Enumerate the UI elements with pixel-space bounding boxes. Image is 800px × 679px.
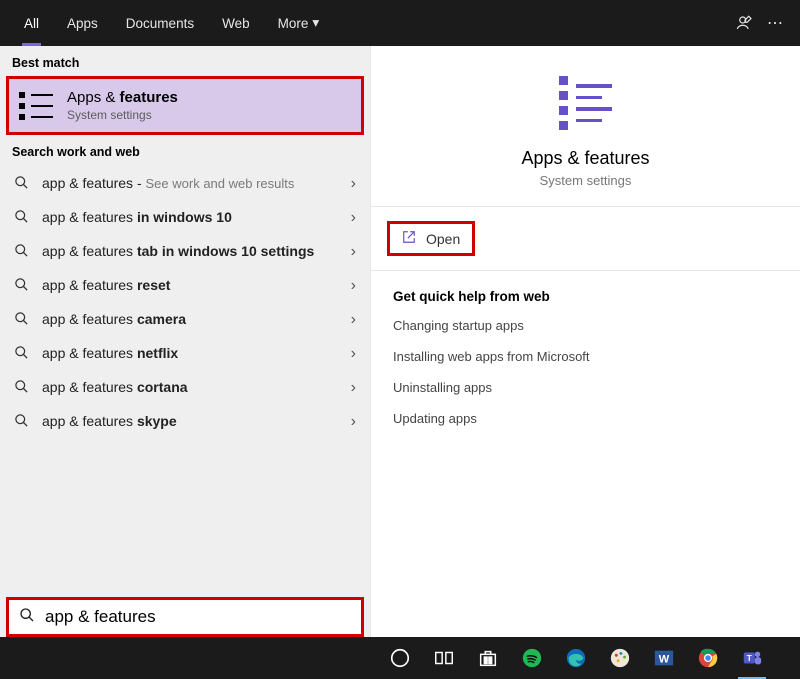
open-button[interactable]: Open bbox=[387, 221, 475, 256]
suggestion-text: app & features skype bbox=[42, 413, 339, 431]
paint-icon[interactable] bbox=[600, 637, 640, 679]
suggestion-row[interactable]: app & features skype › bbox=[0, 405, 370, 439]
search-icon bbox=[14, 209, 30, 227]
quick-help-link[interactable]: Changing startup apps bbox=[393, 318, 778, 333]
preview-subtitle: System settings bbox=[540, 173, 632, 188]
search-scope-tabs: All Apps Documents Web More ▾ ⋯ bbox=[0, 0, 800, 46]
search-icon bbox=[14, 175, 30, 193]
best-match-title: Apps & features bbox=[67, 89, 178, 106]
suggestion-row[interactable]: app & features in windows 10 › bbox=[0, 201, 370, 235]
chevron-right-icon: › bbox=[351, 413, 356, 431]
suggestion-text: app & features cortana bbox=[42, 379, 339, 397]
tab-documents[interactable]: Documents bbox=[112, 0, 208, 46]
suggestion-text: app & features camera bbox=[42, 311, 339, 329]
quick-help-link[interactable]: Updating apps bbox=[393, 411, 778, 426]
search-icon bbox=[14, 345, 30, 363]
tab-apps[interactable]: Apps bbox=[53, 0, 112, 46]
chevron-down-icon: ▾ bbox=[312, 15, 319, 31]
spotify-icon[interactable] bbox=[512, 637, 552, 679]
suggestion-text: app & features netflix bbox=[42, 345, 339, 363]
preview-pane: Apps & features System settings Open Get… bbox=[370, 46, 800, 637]
suggestion-row[interactable]: app & features camera › bbox=[0, 303, 370, 337]
apps-features-icon bbox=[19, 92, 53, 120]
best-match-heading: Best match bbox=[0, 46, 370, 76]
suggestion-row[interactable]: app & features - See work and web result… bbox=[0, 167, 370, 201]
search-icon bbox=[14, 243, 30, 261]
search-icon bbox=[14, 311, 30, 329]
tab-all[interactable]: All bbox=[10, 0, 53, 46]
open-button-label: Open bbox=[426, 231, 460, 247]
chevron-right-icon: › bbox=[351, 277, 356, 295]
search-icon bbox=[14, 379, 30, 397]
more-options-icon[interactable]: ⋯ bbox=[760, 13, 790, 33]
tab-more[interactable]: More ▾ bbox=[264, 0, 334, 46]
preview-title: Apps & features bbox=[521, 148, 649, 169]
suggestion-row[interactable]: app & features reset › bbox=[0, 269, 370, 303]
chevron-right-icon: › bbox=[351, 209, 356, 227]
apps-features-large-icon bbox=[559, 76, 612, 130]
svg-text:W: W bbox=[659, 654, 670, 666]
search-icon bbox=[14, 277, 30, 295]
suggestion-text: app & features tab in windows 10 setting… bbox=[42, 243, 339, 261]
suggestion-text: app & features - See work and web result… bbox=[42, 175, 339, 193]
svg-text:T: T bbox=[747, 654, 752, 663]
search-work-web-heading: Search work and web bbox=[0, 135, 370, 165]
chevron-right-icon: › bbox=[351, 379, 356, 397]
best-match-title-plain: Apps & bbox=[67, 89, 120, 106]
search-icon bbox=[14, 413, 30, 431]
microsoft-store-icon[interactable] bbox=[468, 637, 508, 679]
tab-more-label: More bbox=[278, 16, 309, 31]
chevron-right-icon: › bbox=[351, 175, 356, 193]
results-pane: Best match Apps & features System settin… bbox=[0, 46, 370, 637]
suggestion-text: app & features in windows 10 bbox=[42, 209, 339, 227]
best-match-title-bold: features bbox=[120, 89, 178, 106]
suggestion-row[interactable]: app & features tab in windows 10 setting… bbox=[0, 235, 370, 269]
suggestion-row[interactable]: app & features cortana › bbox=[0, 371, 370, 405]
taskbar: W T bbox=[0, 637, 800, 679]
teams-icon[interactable]: T bbox=[732, 637, 772, 679]
suggestion-text: app & features reset bbox=[42, 277, 339, 295]
word-icon[interactable]: W bbox=[644, 637, 684, 679]
quick-help-links: Changing startup apps Installing web apps… bbox=[393, 318, 778, 426]
suggestion-row[interactable]: app & features netflix › bbox=[0, 337, 370, 371]
quick-help-section: Get quick help from web Changing startup… bbox=[371, 271, 800, 460]
feedback-icon[interactable] bbox=[730, 14, 760, 32]
quick-help-link[interactable]: Installing web apps from Microsoft bbox=[393, 349, 778, 364]
task-view-icon[interactable] bbox=[424, 637, 464, 679]
chevron-right-icon: › bbox=[351, 243, 356, 261]
tab-web[interactable]: Web bbox=[208, 0, 264, 46]
chevron-right-icon: › bbox=[351, 311, 356, 329]
best-match-result[interactable]: Apps & features System settings bbox=[6, 76, 364, 135]
best-match-subtitle: System settings bbox=[67, 108, 178, 122]
edge-icon[interactable] bbox=[556, 637, 596, 679]
chrome-icon[interactable] bbox=[688, 637, 728, 679]
open-external-icon bbox=[402, 230, 416, 247]
web-suggestions: app & features - See work and web result… bbox=[0, 165, 370, 441]
quick-help-heading: Get quick help from web bbox=[393, 289, 778, 304]
cortana-icon[interactable] bbox=[380, 637, 420, 679]
search-input[interactable] bbox=[45, 607, 351, 627]
search-icon bbox=[19, 607, 35, 628]
search-box[interactable] bbox=[6, 597, 364, 637]
chevron-right-icon: › bbox=[351, 345, 356, 363]
quick-help-link[interactable]: Uninstalling apps bbox=[393, 380, 778, 395]
